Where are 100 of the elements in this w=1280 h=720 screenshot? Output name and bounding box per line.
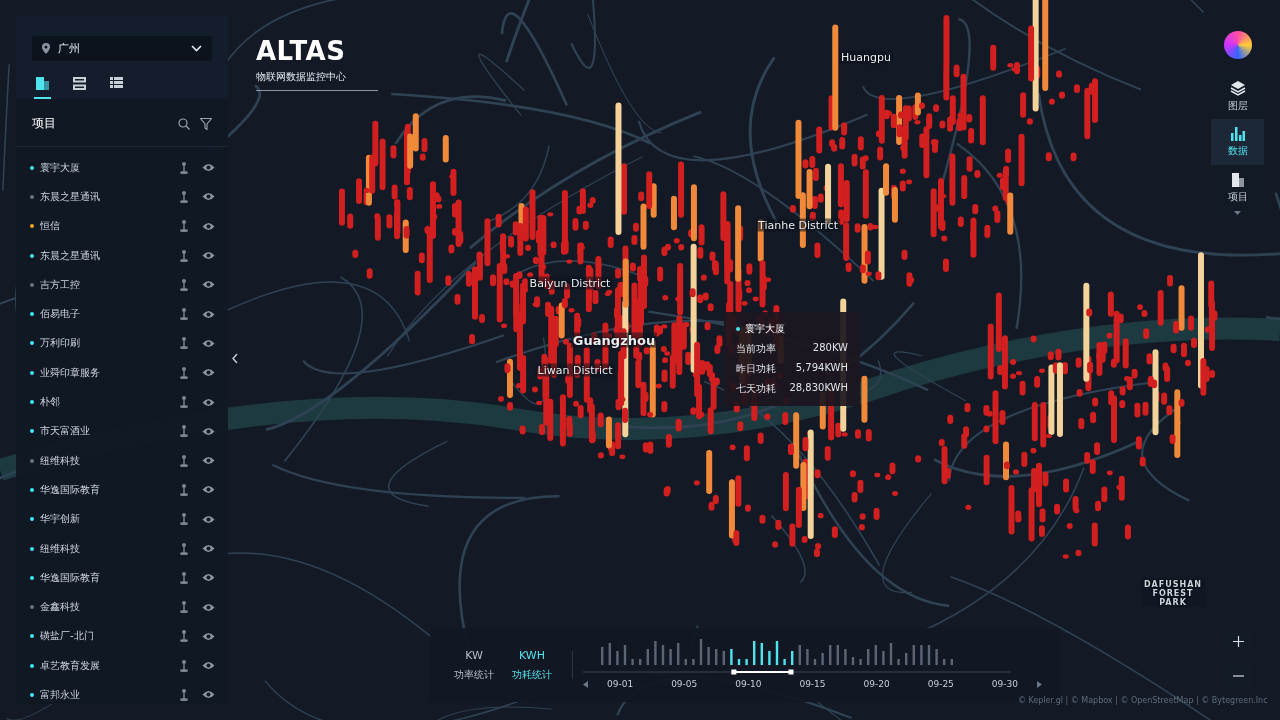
toolbar-button[interactable]: 项目 (1211, 165, 1264, 211)
project-name[interactable]: 寰宇大厦 (40, 160, 174, 175)
eye-icon[interactable] (202, 251, 215, 261)
bar-chart-icon (1230, 126, 1245, 141)
filter-icon[interactable] (200, 117, 212, 130)
project-name[interactable]: 华逸国际教育 (40, 570, 174, 585)
eye-icon[interactable] (202, 309, 215, 319)
list-icon (110, 77, 123, 88)
project-name[interactable]: 市天富酒业 (40, 424, 174, 439)
joystick-icon[interactable] (180, 542, 188, 555)
joystick-icon[interactable] (180, 249, 188, 262)
joystick-icon[interactable] (180, 220, 188, 233)
eye-icon[interactable] (202, 192, 215, 202)
joystick-icon[interactable] (180, 659, 188, 672)
eye-icon[interactable] (202, 602, 215, 612)
project-name[interactable]: 卓艺教育发展 (40, 658, 174, 673)
joystick-icon[interactable] (180, 366, 188, 379)
eye-icon[interactable] (202, 573, 215, 583)
joystick-icon[interactable] (180, 513, 188, 526)
eye-icon[interactable] (202, 544, 215, 553)
date-tick: 09-15 (798, 679, 827, 689)
project-name[interactable]: 业舜印章服务 (40, 365, 174, 380)
chevron-left-icon[interactable] (232, 353, 238, 364)
date-tick: 09-05 (670, 679, 699, 689)
plus-icon (1232, 635, 1244, 647)
metric-label: 昨日功耗 (736, 362, 776, 376)
joystick-icon[interactable] (180, 601, 188, 614)
metric-value: 280KW (812, 342, 848, 355)
project-name[interactable]: 磺盐厂-北门 (40, 629, 174, 644)
eye-icon[interactable] (202, 163, 215, 173)
project-name[interactable]: 纽维科技 (40, 541, 174, 556)
project-name[interactable]: 东晨之星通讯 (40, 248, 174, 263)
eye-icon[interactable] (202, 690, 215, 700)
layers-icon (1229, 79, 1246, 96)
project-name[interactable]: 佰易电子 (40, 307, 174, 322)
prev-arrow-icon[interactable] (583, 680, 588, 688)
search-icon[interactable] (178, 117, 190, 130)
joystick-icon[interactable] (180, 278, 188, 291)
eye-icon[interactable] (202, 514, 215, 524)
joystick-icon[interactable] (180, 689, 188, 701)
project-name[interactable]: 纽维科技 (40, 453, 174, 468)
mode-tab[interactable]: KWH 功耗统计 (512, 648, 552, 682)
eye-icon[interactable] (202, 661, 215, 671)
joystick-icon[interactable] (180, 454, 188, 467)
location-pin-icon (42, 43, 50, 54)
eye-icon[interactable] (202, 280, 215, 290)
project-name[interactable]: 富邦永业 (40, 688, 174, 702)
joystick-icon[interactable] (180, 571, 188, 584)
date-tick: 09-30 (990, 679, 1019, 689)
eye-icon[interactable] (202, 631, 215, 641)
toolbar-button[interactable]: 数据 (1211, 119, 1264, 165)
eye-icon[interactable] (202, 485, 215, 495)
project-name[interactable]: 恒信 (40, 219, 174, 234)
project-name[interactable]: 东晨之星通讯 (40, 189, 174, 204)
date-tick: 09-01 (606, 679, 635, 689)
mode-tab[interactable]: KW 功率统计 (454, 648, 494, 682)
map-attribution: © Kepler.gl | © Mapbox | © OpenStreetMap | © Bytegreen.Inc (1018, 696, 1268, 705)
building-icon (1231, 172, 1244, 187)
buildings-icon (36, 77, 49, 90)
eye-icon[interactable] (202, 338, 215, 348)
range-handle[interactable] (731, 669, 737, 675)
caret-down-icon[interactable] (1234, 211, 1241, 215)
app-title: ALTAS (256, 36, 347, 66)
joystick-icon[interactable] (180, 308, 188, 321)
joystick-icon[interactable] (180, 483, 188, 496)
tooltip-title: 寰宇大厦 (745, 322, 785, 336)
joystick-icon[interactable] (180, 425, 188, 438)
eye-icon[interactable] (202, 368, 215, 378)
project-name[interactable]: 吉方工控 (40, 277, 174, 292)
metric-label: 当前功率 (736, 342, 776, 356)
section-title: 项目 (32, 115, 57, 132)
metric-label: 七天功耗 (736, 382, 776, 396)
date-tick: 09-10 (734, 679, 763, 689)
eye-icon[interactable] (202, 221, 215, 231)
project-name[interactable]: 朴邻 (40, 395, 174, 409)
bullet-icon (736, 327, 740, 331)
joystick-icon[interactable] (180, 396, 188, 408)
eye-icon[interactable] (202, 397, 215, 407)
project-name[interactable]: 华逸国际教育 (40, 482, 174, 497)
city-dropdown[interactable]: 广州 (32, 36, 212, 61)
metric-value: 5,794KWH (795, 362, 848, 375)
date-tick: 09-25 (926, 679, 955, 689)
next-arrow-icon[interactable] (1037, 680, 1042, 688)
eye-icon[interactable] (202, 456, 215, 466)
project-name[interactable]: 金鑫科技 (40, 600, 174, 615)
joystick-icon[interactable] (180, 190, 188, 203)
project-name[interactable]: 万利印刷 (40, 336, 174, 351)
minus-icon (1232, 675, 1244, 677)
eye-icon[interactable] (202, 426, 215, 436)
chevron-down-icon (191, 45, 202, 52)
toolbar-button[interactable]: 图层 (1211, 73, 1264, 119)
joystick-icon[interactable] (180, 161, 188, 174)
stacked-cards-icon (73, 77, 86, 90)
metric-value: 28,830KWH (789, 382, 848, 395)
range-handle[interactable] (788, 669, 794, 675)
joystick-icon[interactable] (180, 630, 188, 643)
map-label: Tianhe District (756, 218, 840, 232)
joystick-icon[interactable] (180, 337, 188, 350)
project-name[interactable]: 华宇创新 (40, 512, 174, 527)
date-tick: 09-20 (862, 679, 891, 689)
